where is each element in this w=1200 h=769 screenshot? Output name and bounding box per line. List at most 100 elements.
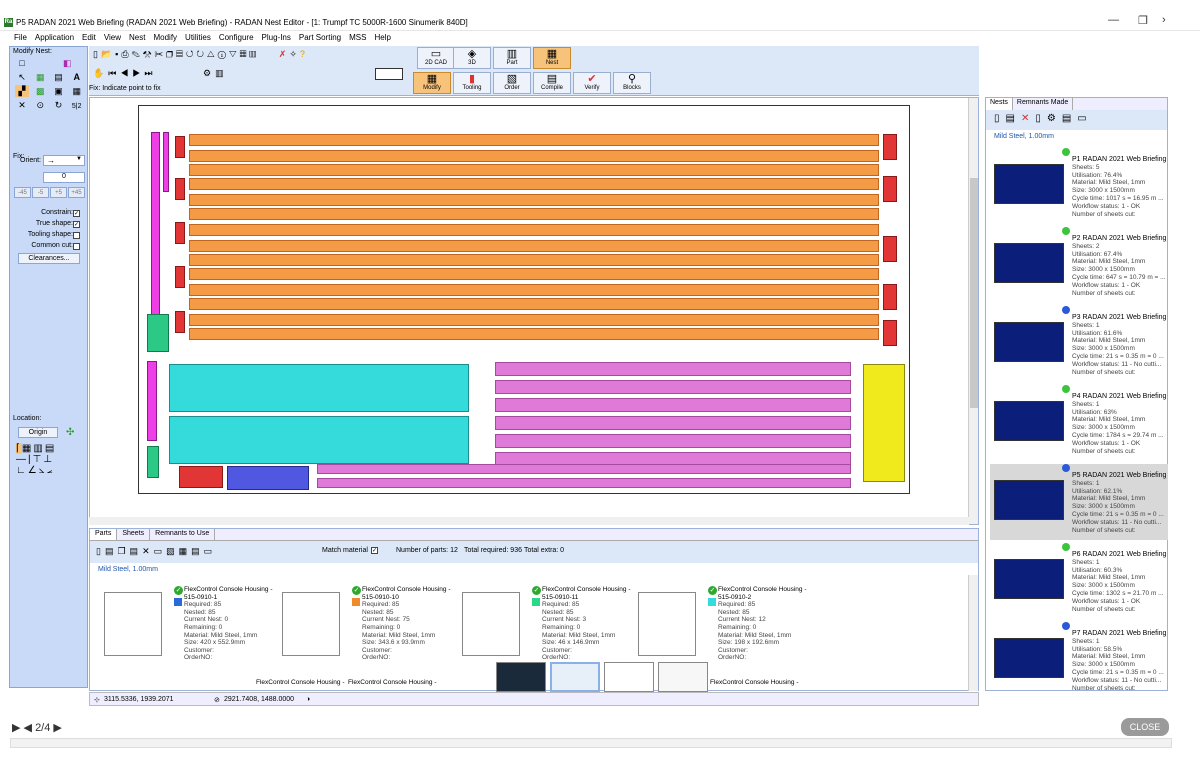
- part[interactable]: [863, 364, 905, 482]
- part[interactable]: [883, 236, 897, 262]
- nest-item[interactable]: P1 RADAN 2021 Web Briefing Sheets: 5 Utili…: [990, 148, 1168, 224]
- part[interactable]: [179, 466, 223, 488]
- close-button[interactable]: CLOSE: [1121, 718, 1169, 736]
- part-row[interactable]: [189, 150, 879, 162]
- stack-icon[interactable]: ▥: [215, 68, 228, 78]
- folder-part-icon[interactable]: ▭: [154, 546, 167, 556]
- part-row[interactable]: [495, 434, 851, 448]
- part-name-more[interactable]: FlexControl Console Housing -: [710, 679, 799, 686]
- next-page-icon[interactable]: ▶: [53, 722, 61, 734]
- part-row[interactable]: [189, 298, 879, 310]
- delete-icon[interactable]: ✕: [15, 99, 29, 111]
- part-row[interactable]: [189, 254, 879, 266]
- grid-part-icon[interactable]: ▦: [179, 546, 192, 556]
- part-button[interactable]: ▥ Part: [493, 47, 531, 69]
- grid-snap-icon[interactable]: ▤: [45, 443, 56, 454]
- part[interactable]: [147, 314, 169, 352]
- person-icon[interactable]: ⚙: [203, 68, 215, 78]
- block-icon[interactable]: ▣: [51, 85, 65, 97]
- undo-icon[interactable]: ↺: [186, 49, 197, 59]
- part-card[interactable]: ✓ FlexControl Console Housing - 515-0910-…: [462, 586, 632, 672]
- settings-nest-icon[interactable]: ⚙: [1047, 113, 1062, 124]
- angle-icon[interactable]: ∠: [28, 465, 39, 476]
- part[interactable]: [883, 320, 897, 346]
- menu-utilities[interactable]: Utilities: [185, 33, 211, 42]
- part-row[interactable]: [189, 328, 879, 340]
- paste-part-icon[interactable]: ▤: [130, 546, 143, 556]
- note-part-icon[interactable]: ▧: [166, 546, 179, 556]
- thumbnail[interactable]: [496, 662, 546, 692]
- part-card[interactable]: ✓ FlexControl Console Housing - 515-0910-…: [282, 586, 452, 672]
- next-icon[interactable]: ▶: [132, 68, 144, 78]
- last-icon[interactable]: ⏭: [144, 68, 156, 78]
- part-row[interactable]: [317, 464, 851, 474]
- 3d-button[interactable]: ◈ 3D: [453, 47, 491, 69]
- part-row[interactable]: [189, 268, 879, 280]
- angle-plus-5-button[interactable]: +5: [50, 187, 67, 198]
- part-name-more[interactable]: FlexControl Console Housing -: [256, 679, 345, 686]
- triangle-icon[interactable]: △: [207, 49, 218, 59]
- select-icon[interactable]: □: [15, 57, 29, 69]
- list-nest-icon[interactable]: ▭: [1077, 113, 1092, 124]
- tab-remnants-made[interactable]: Remnants Made: [1013, 98, 1074, 110]
- part-row[interactable]: [495, 416, 851, 430]
- scroll-thumb[interactable]: [970, 178, 978, 408]
- delete-part-icon[interactable]: ✕: [142, 546, 154, 556]
- part-row[interactable]: [495, 362, 851, 376]
- nest-item[interactable]: P3 RADAN 2021 Web Briefing Sheets: 1 Utili…: [990, 306, 1168, 382]
- view-part-icon[interactable]: ▭: [204, 546, 217, 556]
- nest-item[interactable]: P2 RADAN 2021 Web Briefing Sheets: 2 Utili…: [990, 227, 1168, 303]
- verify-button[interactable]: ✔ Verify: [573, 72, 611, 94]
- part[interactable]: [175, 266, 185, 288]
- part-row[interactable]: [495, 398, 851, 412]
- part[interactable]: [175, 311, 185, 333]
- constrain-checkbox[interactable]: ✓: [73, 210, 80, 217]
- close-window-icon[interactable]: ›: [1162, 14, 1166, 26]
- export-nest-icon[interactable]: ▯: [1035, 113, 1047, 124]
- copy-part-icon[interactable]: ❐: [117, 546, 129, 556]
- angle-minus-45-button[interactable]: -45: [14, 187, 31, 198]
- nest-item[interactable]: P6 RADAN 2021 Web Briefing Sheets: 1 Utili…: [990, 543, 1168, 619]
- grid-location-icon[interactable]: ▦: [22, 443, 33, 454]
- paste-icon[interactable]: ▤: [176, 49, 186, 59]
- nest-button[interactable]: ▦ Nest: [533, 47, 571, 69]
- open-icon[interactable]: 📂: [101, 49, 115, 59]
- part[interactable]: [175, 178, 185, 200]
- new-icon[interactable]: ▯: [93, 49, 101, 59]
- part-name-more[interactable]: FlexControl Console Housing -: [348, 679, 437, 686]
- half-icon[interactable]: 5|2: [70, 101, 84, 113]
- rotate-icon[interactable]: ↻: [51, 99, 65, 111]
- prev-page-icon[interactable]: ◀: [24, 722, 32, 734]
- part[interactable]: [883, 284, 897, 310]
- menu-file[interactable]: File: [14, 33, 27, 42]
- orient-select[interactable]: → ▼: [43, 155, 85, 166]
- open-nest-icon[interactable]: ▤: [1006, 113, 1021, 124]
- tab-nests[interactable]: Nests: [986, 98, 1013, 110]
- copy-icon[interactable]: ❐: [166, 49, 176, 59]
- part-row[interactable]: [189, 224, 879, 236]
- print-icon[interactable]: ⎙: [121, 49, 131, 59]
- tooling-shape-checkbox[interactable]: [73, 232, 80, 239]
- canvas-vertical-scrollbar[interactable]: [968, 98, 978, 524]
- help-icon[interactable]: ?: [300, 49, 308, 59]
- first-icon[interactable]: ⏮: [108, 68, 120, 78]
- 2d-cad-button[interactable]: ▭ 2D CAD: [417, 47, 455, 69]
- part-row[interactable]: [189, 208, 879, 220]
- menu-configure[interactable]: Configure: [219, 33, 254, 42]
- angle2-icon[interactable]: ⦣: [39, 465, 47, 476]
- menu-part-sorting[interactable]: Part Sorting: [299, 33, 341, 42]
- pan-icon[interactable]: ✋: [93, 68, 108, 78]
- filter-icon[interactable]: ▽: [229, 49, 240, 59]
- tab-remnants-to-use[interactable]: Remnants to Use: [150, 529, 216, 540]
- corner-icon[interactable]: ∟: [16, 465, 28, 476]
- menu-edit[interactable]: Edit: [82, 33, 96, 42]
- crosshair-icon[interactable]: ✣: [66, 427, 74, 438]
- tjoint-icon[interactable]: ⊥: [43, 454, 54, 465]
- mode-icon[interactable]: ◑: [306, 696, 310, 703]
- menu-plugins[interactable]: Plug-Ins: [262, 33, 291, 42]
- pin-icon[interactable]: ✗: [279, 49, 290, 59]
- part-row[interactable]: [189, 314, 879, 326]
- delete-nest-icon[interactable]: ✕: [1021, 113, 1035, 124]
- prev-icon[interactable]: ◀: [120, 68, 132, 78]
- thumbnail[interactable]: [658, 662, 708, 692]
